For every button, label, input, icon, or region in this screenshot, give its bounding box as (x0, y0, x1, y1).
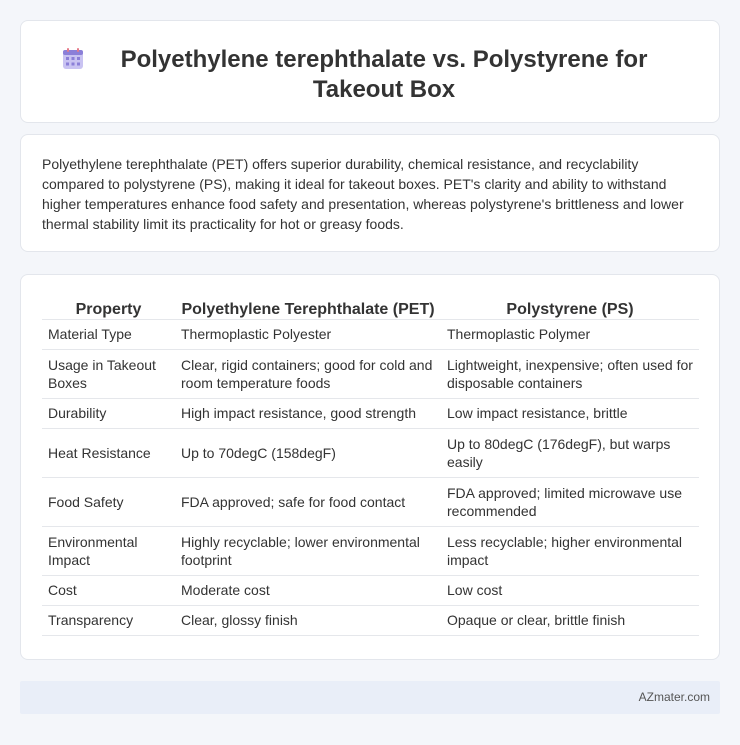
table-row: Cost Moderate cost Low cost (42, 575, 699, 606)
table-cell-ps: Low cost (441, 575, 699, 606)
table-row: Environmental Impact Highly recyclable; … (42, 526, 699, 576)
table-row: Food Safety FDA approved; safe for food … (42, 477, 699, 527)
table-cell-ps: Opaque or clear, brittle finish (441, 605, 699, 636)
table-cell-property: Food Safety (42, 477, 175, 527)
table-cell-property: Cost (42, 575, 175, 606)
table-row: Heat Resistance Up to 70degC (158degF) U… (42, 428, 699, 478)
table-cell-ps: Up to 80degC (176degF), but warps easily (441, 428, 699, 478)
comparison-table-card: Property Polyethylene Terephthalate (PET… (20, 274, 720, 660)
table-cell-pet: Clear, glossy finish (175, 605, 441, 636)
table-cell-pet: Moderate cost (175, 575, 441, 606)
table-cell-property: Transparency (42, 605, 175, 636)
table-row: Material Type Thermoplastic Polyester Th… (42, 319, 699, 350)
column-header-ps: Polystyrene (PS) (441, 293, 699, 320)
table-cell-pet: FDA approved; safe for food contact (175, 477, 441, 527)
comparison-table: Property Polyethylene Terephthalate (PET… (42, 293, 699, 636)
table-cell-property: Usage in Takeout Boxes (42, 349, 175, 399)
table-cell-ps: Thermoplastic Polymer (441, 319, 699, 350)
table-row: Usage in Takeout Boxes Clear, rigid cont… (42, 349, 699, 399)
table-row: Transparency Clear, glossy finish Opaque… (42, 605, 699, 636)
column-header-property: Property (42, 293, 175, 320)
table-cell-property: Heat Resistance (42, 428, 175, 478)
table-cell-pet: Thermoplastic Polyester (175, 319, 441, 350)
column-header-pet: Polyethylene Terephthalate (PET) (175, 293, 441, 320)
table-cell-property: Durability (42, 398, 175, 429)
page-title: Polyethylene terephthalate vs. Polystyre… (120, 46, 648, 103)
title-card: Polyethylene terephthalate vs. Polystyre… (20, 20, 720, 123)
footer-bar: AZmater.com (20, 681, 720, 714)
table-cell-pet: Clear, rigid containers; good for cold a… (175, 349, 441, 399)
table-cell-ps: Lightweight, inexpensive; often used for… (441, 349, 699, 399)
table-cell-property: Environmental Impact (42, 526, 175, 576)
table-cell-pet: Up to 70degC (158degF) (175, 428, 441, 478)
table-cell-pet: Highly recyclable; lower environmental f… (175, 526, 441, 576)
table-cell-property: Material Type (42, 319, 175, 350)
table-cell-ps: Less recyclable; higher environmental im… (441, 526, 699, 576)
table-row: Durability High impact resistance, good … (42, 398, 699, 429)
summary-card: Polyethylene terephthalate (PET) offers … (20, 134, 720, 252)
summary-text: Polyethylene terephthalate (PET) offers … (42, 156, 684, 232)
table-cell-ps: FDA approved; limited microwave use reco… (441, 477, 699, 527)
footer-brand: AZmater.com (638, 690, 710, 704)
table-header-row: Property Polyethylene Terephthalate (PET… (42, 293, 699, 320)
table-cell-ps: Low impact resistance, brittle (441, 398, 699, 429)
table-cell-pet: High impact resistance, good strength (175, 398, 441, 429)
